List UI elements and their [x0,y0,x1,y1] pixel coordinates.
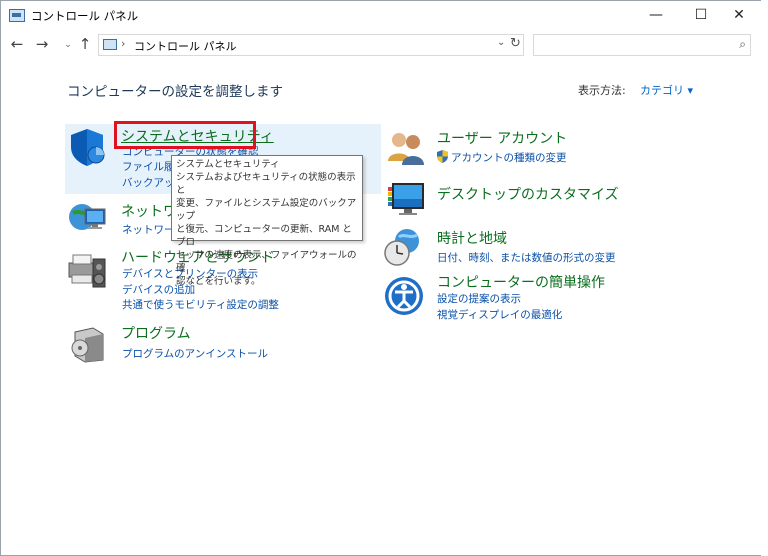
close-button[interactable]: ✕ [716,1,762,31]
security-shield-icon[interactable] [67,127,107,167]
tooltip-line: セッサの速度の表示、ファイアウォールの確 [176,250,357,274]
desktop-monitor-icon[interactable] [386,179,426,219]
refresh-icon[interactable]: ↻ [510,36,521,51]
address-bar[interactable]: › コントロール パネル ⌄ ↻ [98,34,524,56]
tooltip-title: システムとセキュリティ [176,159,280,170]
tooltip-line: 変更、ファイルとシステム設定のバックアップ [176,198,357,222]
uninstall-program-link[interactable]: プログラムのアンインストール [122,346,268,361]
page-title: コンピューターの設定を調整します [67,84,283,100]
programs-link[interactable]: プログラム [121,323,191,343]
address-dropdown-icon[interactable]: ⌄ [497,37,505,48]
network-globe-icon[interactable] [67,197,107,237]
search-icon[interactable]: ⌕ [739,37,746,52]
mobility-settings-link[interactable]: 共通で使うモビリティ設定の調整 [122,297,279,312]
clock-region-link[interactable]: 時計と地域 [437,228,507,248]
users-icon[interactable] [386,127,426,167]
printer-speaker-icon[interactable] [67,251,107,291]
desktop-customization-link[interactable]: デスクトップのカスタマイズ [437,184,619,204]
change-account-type-link[interactable]: アカウントの種類の変更 [451,150,567,165]
tooltip-line: システムおよびセキュリティの状態の表示と [176,172,356,196]
navigation-bar: ← → ⌄ ↑ › コントロール パネル ⌄ ↻ ⌕ [1,31,761,59]
tooltip-line: 認などを行います。 [176,276,261,287]
view-by-label: 表示方法: [578,84,626,97]
recent-locations-icon[interactable]: ⌄ [59,40,77,50]
view-by-dropdown[interactable]: カテゴリ ▾ [640,82,693,98]
up-arrow-icon[interactable]: ↑ [76,35,94,53]
breadcrumb-separator[interactable]: › [121,37,125,50]
back-arrow-icon[interactable]: ← [8,35,26,53]
window-title: コントロール パネル [31,9,139,23]
control-panel-app-icon [9,9,25,22]
tooltip-line: と復元、コンピューターの更新、RAM とプロ [176,224,352,248]
programs-box-icon[interactable] [69,324,109,364]
optimize-display-link[interactable]: 視覚ディスプレイの最適化 [437,307,562,322]
system-security-tooltip: システムとセキュリティ システムおよびセキュリティの状態の表示と 変更、ファイル… [171,155,363,287]
ease-of-access-link[interactable]: コンピューターの簡単操作 [437,272,605,292]
uac-shield-icon [437,150,448,163]
forward-arrow-icon[interactable]: → [33,35,51,53]
control-panel-location-icon [103,39,117,50]
breadcrumb-control-panel[interactable]: コントロール パネル [134,38,237,54]
title-bar: コントロール パネル — ☐ ✕ [1,1,761,31]
control-panel-window: コントロール パネル — ☐ ✕ ← → ⌄ ↑ › コントロール パネル ⌄ … [0,0,762,556]
clock-globe-icon[interactable] [383,227,423,267]
ease-of-access-icon[interactable] [384,276,424,316]
window-edge [761,0,768,556]
recommended-settings-link[interactable]: 設定の提案の表示 [437,291,521,306]
user-accounts-link[interactable]: ユーザー アカウント [437,128,567,148]
search-input[interactable]: ⌕ [533,34,751,56]
highlight-box [114,121,256,149]
minimize-button[interactable]: — [633,1,679,31]
change-date-time-format-link[interactable]: 日付、時刻、または数値の形式の変更 [437,250,616,265]
